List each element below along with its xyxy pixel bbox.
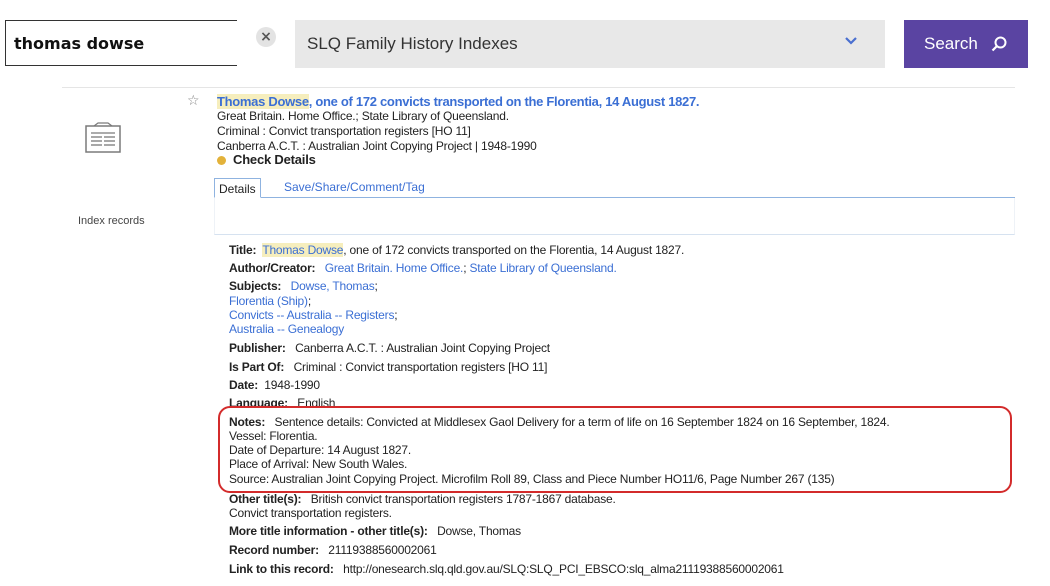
result-title-link[interactable]: Thomas Dowse, one of 172 convicts transp…	[217, 94, 700, 109]
result-authors: Great Britain. Home Office.; State Libra…	[217, 109, 509, 123]
detail-other-titles-2: Convict transportation registers.	[229, 506, 392, 520]
detail-subject-2: Florentia (Ship);	[229, 294, 311, 308]
star-icon[interactable]: ☆	[187, 93, 200, 109]
chevron-down-icon	[845, 37, 857, 45]
result-publisher: Canberra A.C.T. : Australian Joint Copyi…	[217, 139, 537, 153]
detail-subjects: Subjects: Dowse, Thomas;	[229, 279, 378, 293]
result-is-part-of: Criminal : Convict transportation regist…	[217, 124, 471, 138]
detail-subject-3: Convicts -- Australia -- Registers;	[229, 308, 398, 322]
subject-link-florentia[interactable]: Florentia (Ship)	[229, 294, 308, 308]
detail-publisher: Publisher: Canberra A.C.T. : Australian …	[229, 341, 550, 355]
search-scope-dropdown[interactable]: SLQ Family History Indexes	[295, 20, 885, 68]
tab-save-share[interactable]: Save/Share/Comment/Tag	[284, 180, 425, 194]
detail-date: Date: 1948-1990	[229, 378, 320, 392]
detail-title-highlight[interactable]: Thomas Dowse	[262, 243, 343, 257]
detail-record-number: Record number: 21119388560002061	[229, 543, 437, 557]
search-scope-value: SLQ Family History Indexes	[307, 34, 518, 53]
subject-link-genealogy[interactable]: Australia -- Genealogy	[229, 322, 344, 336]
search-button-label: Search	[924, 34, 978, 53]
check-details-link[interactable]: Check Details	[233, 152, 316, 167]
author-link-slq[interactable]: State Library of Queensland.	[469, 261, 616, 275]
detail-is-part-of: Is Part Of: Criminal : Convict transport…	[229, 360, 548, 374]
result-title-highlight: Thomas Dowse	[217, 94, 309, 109]
subject-link-convicts[interactable]: Convicts -- Australia -- Registers	[229, 308, 394, 322]
search-icon	[991, 36, 1007, 52]
detail-notes-arrival: Place of Arrival: New South Wales.	[229, 457, 408, 471]
detail-record-link: Link to this record: http://onesearch.sl…	[229, 562, 784, 576]
tab-details[interactable]: Details	[214, 178, 261, 198]
detail-other-titles: Other title(s): British convict transpor…	[229, 492, 616, 506]
detail-notes-vessel: Vessel: Florentia.	[229, 429, 318, 443]
clear-search-icon[interactable]: ×	[256, 27, 276, 47]
detail-subject-4: Australia -- Genealogy	[229, 322, 344, 336]
search-button[interactable]: Search	[904, 20, 1028, 68]
detail-notes: Notes: Sentence details: Convicted at Mi…	[229, 415, 890, 429]
result-title-rest: , one of 172 convicts transported on the…	[308, 94, 700, 109]
search-input[interactable]	[5, 20, 237, 66]
results-divider	[62, 87, 1015, 88]
document-icon	[85, 122, 121, 153]
tab-panel-toolbar	[214, 198, 1015, 235]
detail-language: Language: English	[229, 396, 336, 406]
author-link-home-office[interactable]: Great Britain. Home Office.	[325, 261, 464, 275]
detail-notes-source: Source: Australian Joint Copying Project…	[229, 472, 835, 486]
detail-notes-departure: Date of Departure: 14 August 1827.	[229, 443, 411, 457]
subject-link-dowse[interactable]: Dowse, Thomas	[291, 279, 375, 293]
record-permalink[interactable]: http://onesearch.slq.qld.gov.au/SLQ:SLQ_…	[343, 562, 784, 576]
detail-more-title-info: More title information - other title(s):…	[229, 524, 521, 538]
detail-author: Author/Creator: Great Britain. Home Offi…	[229, 261, 617, 275]
availability-status-icon	[217, 156, 226, 165]
detail-title: Title: Thomas Dowse, one of 172 convicts…	[229, 243, 685, 257]
record-type-label: Index records	[78, 215, 145, 227]
